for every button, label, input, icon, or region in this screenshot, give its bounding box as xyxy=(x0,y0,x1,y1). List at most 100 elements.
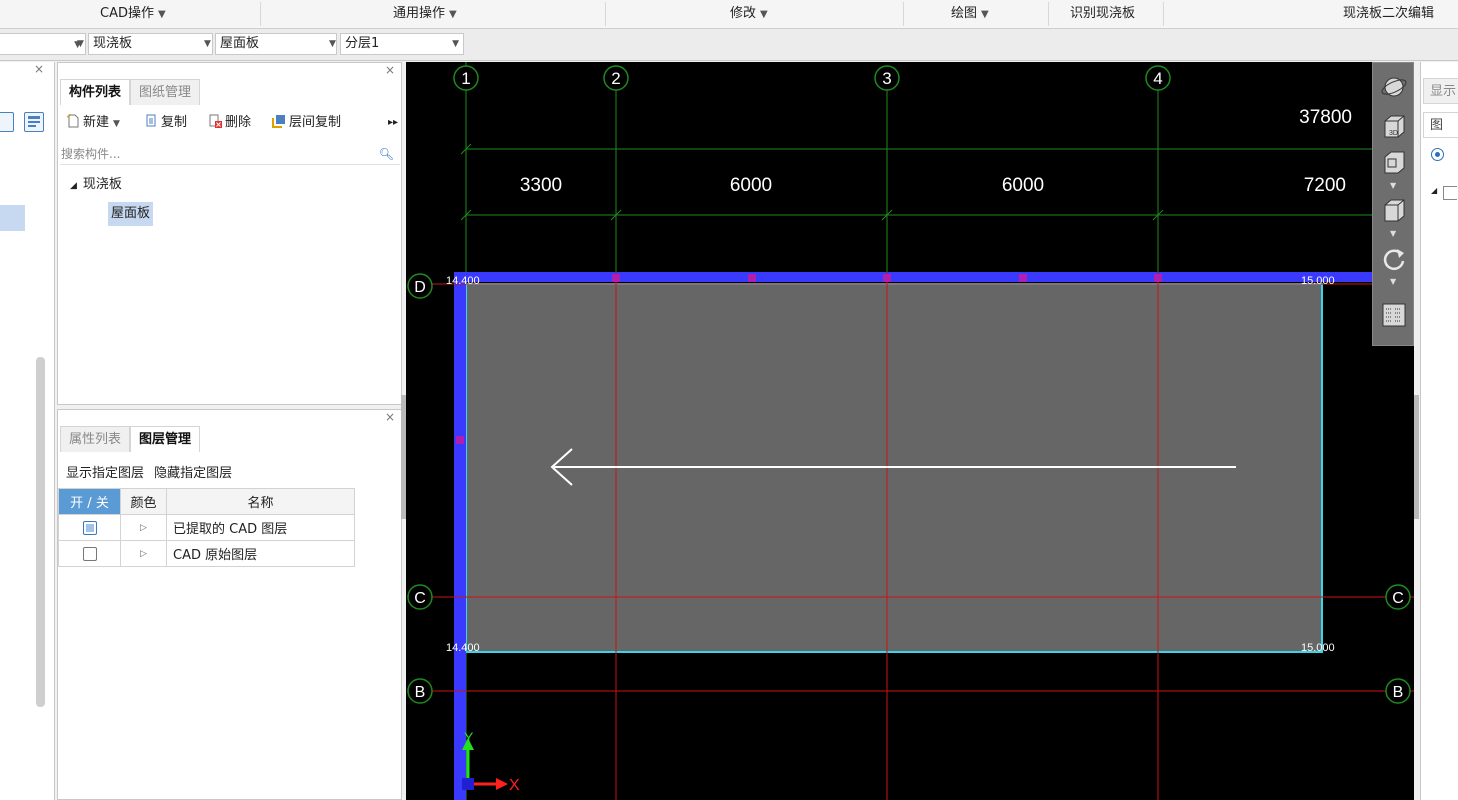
selected-nav-item[interactable] xyxy=(0,205,25,231)
close-icon[interactable]: × xyxy=(385,63,395,77)
axis-bubble-c-right[interactable]: C xyxy=(1385,584,1411,610)
ribbon-divider xyxy=(903,2,904,26)
table-row[interactable]: ▷ CAD 原始图层 xyxy=(58,540,355,567)
tab-drawing[interactable]: 图 xyxy=(1423,112,1458,138)
tab-property-list[interactable]: 属性列表 xyxy=(60,426,131,452)
elevation-top-right: 15.000 xyxy=(1301,275,1335,287)
axis-bubble-b-right[interactable]: B xyxy=(1385,678,1411,704)
axis-bubble-b[interactable]: B xyxy=(407,678,433,704)
cube-view-icon[interactable] xyxy=(1380,197,1408,225)
menu-draw[interactable]: 绘图 ▼ xyxy=(951,0,989,29)
grip-point[interactable] xyxy=(748,274,756,282)
tab-layer-management[interactable]: 图层管理 xyxy=(130,426,201,452)
list-view-icon[interactable] xyxy=(0,112,14,132)
menu-slab-secondary-edit[interactable]: 现浇板二次编辑 xyxy=(1343,0,1434,29)
expand-arrow-icon[interactable]: ▷ xyxy=(120,540,167,567)
grip-point[interactable] xyxy=(1019,274,1027,282)
layer-name: CAD 原始图层 xyxy=(166,540,355,567)
axis-bubble-d[interactable]: D xyxy=(407,273,433,299)
grip-point[interactable] xyxy=(612,274,620,282)
hide-layer-link[interactable]: 隐藏指定图层 xyxy=(154,466,232,481)
layer-toggle-cell[interactable] xyxy=(58,540,121,567)
menu-cad-ops[interactable]: CAD操作 ▼ xyxy=(100,0,166,29)
close-icon[interactable]: × xyxy=(385,410,395,424)
cad-drawing[interactable]: 1 2 3 4 D C B C B 37800 3300 6000 6000 7… xyxy=(406,62,1414,800)
dimension-3-4: 6000 xyxy=(1002,175,1044,196)
dropdown-arrow-icon[interactable]: ▼ xyxy=(1390,277,1396,286)
navigation-panel: × xyxy=(0,62,55,800)
right-display-panel: 显示 图 ◢ xyxy=(1420,62,1458,800)
axis-bubble-1[interactable]: 1 xyxy=(453,65,479,91)
view-toolbar: 3D ▼ ▼ ▼ xyxy=(1372,62,1414,346)
axis-bubble-2[interactable]: 2 xyxy=(603,65,629,91)
checkbox[interactable] xyxy=(1443,186,1457,200)
expand-arrow-icon[interactable]: ▷ xyxy=(120,514,167,541)
table-row[interactable]: ▷ 已提取的 CAD 图层 xyxy=(58,514,355,541)
ribbon-menu: CAD操作 ▼ 通用操作 ▼ 修改 ▼ 绘图 ▼ 识别现浇板 现浇板二次编辑 xyxy=(0,0,1458,29)
floor-dropdown[interactable]: ▼ xyxy=(0,33,86,55)
drawing-canvas[interactable]: 1 2 3 4 D C B C B 37800 3300 6000 6000 7… xyxy=(406,62,1414,800)
tab-display[interactable]: 显示 xyxy=(1423,78,1458,104)
axis-label-4: 4 xyxy=(1153,69,1162,88)
axis-label-c: C xyxy=(414,590,426,607)
layer-name: 已提取的 CAD 图层 xyxy=(166,514,355,541)
panel-splitter-handle[interactable] xyxy=(1414,395,1419,519)
beam-left[interactable] xyxy=(454,272,466,800)
axis-bubble-4[interactable]: 4 xyxy=(1145,65,1171,91)
layer-checkbox-checked[interactable] xyxy=(82,520,97,535)
layer-checkbox[interactable] xyxy=(82,546,97,561)
tab-component-list[interactable]: 构件列表 xyxy=(60,79,131,105)
expand-triangle-icon[interactable]: ◢ xyxy=(1431,186,1437,195)
scrollbar[interactable] xyxy=(36,357,45,707)
detail-view-icon[interactable] xyxy=(24,112,44,132)
chevron-down-icon: ▼ xyxy=(113,119,120,129)
floor-copy-icon xyxy=(272,115,285,128)
top-view-icon[interactable] xyxy=(1380,149,1408,177)
tree-node-cast-slab[interactable]: ◢ 现浇板 xyxy=(70,173,122,192)
3d-view-icon[interactable]: 3D xyxy=(1380,113,1408,141)
tree-node-roof-slab[interactable]: 屋面板 xyxy=(108,202,154,226)
dropdown-arrow-icon[interactable]: ▼ xyxy=(1390,229,1396,238)
copy-button[interactable]: 复制 xyxy=(144,113,187,133)
grip-point[interactable] xyxy=(1154,274,1162,282)
layer-split-dropdown[interactable]: 分层1 ▼ ▼ xyxy=(329,33,464,55)
orbit-icon[interactable] xyxy=(1380,73,1408,101)
delete-button[interactable]: 删除 xyxy=(208,113,251,133)
layer-table-header: 开 / 关 颜色 名称 xyxy=(58,488,355,515)
new-button[interactable]: 新建 ▼ xyxy=(66,113,120,133)
category-dropdown[interactable]: 现浇板 ▼ xyxy=(77,33,213,55)
axis-bubble-c[interactable]: C xyxy=(407,584,433,610)
axis-label-d: D xyxy=(414,279,426,296)
layer-toggle-cell[interactable] xyxy=(58,514,121,541)
tab-drawing-management[interactable]: 图纸管理 xyxy=(130,79,201,105)
floor-copy-button[interactable]: 层间复制 xyxy=(272,113,341,133)
dropdown-arrow-icon: ▼ xyxy=(452,39,459,49)
component-dropdown[interactable]: 屋面板 ▼ xyxy=(204,33,337,55)
beam-top[interactable] xyxy=(454,272,1374,282)
elevation-bottom-right: 15.000 xyxy=(1301,642,1335,654)
menu-general-ops[interactable]: 通用操作 ▼ xyxy=(393,0,457,29)
axis-label-3: 3 xyxy=(882,69,891,88)
more-icon[interactable]: ▸▸ xyxy=(388,113,398,133)
search-input[interactable]: 搜索构件... 🔍︎ xyxy=(60,143,400,165)
expand-triangle-icon[interactable]: ◢ xyxy=(70,181,77,191)
column-on-off[interactable]: 开 / 关 xyxy=(58,488,121,515)
show-layer-link[interactable]: 显示指定图层 xyxy=(66,466,144,481)
new-file-icon xyxy=(66,114,79,128)
chevron-down-icon: ▼ xyxy=(981,9,989,20)
ucs-icon: Y X xyxy=(462,729,520,794)
menu-modify[interactable]: 修改 ▼ xyxy=(730,0,768,29)
grip-point[interactable] xyxy=(456,436,464,444)
radio-button-selected[interactable] xyxy=(1431,148,1444,161)
layer-panel-icon[interactable] xyxy=(1380,301,1408,329)
selector-toolbar: ▼ 现浇板 ▼ 屋面板 ▼ 分层1 ▼ ▼ xyxy=(0,29,1458,61)
rotate-icon[interactable] xyxy=(1380,245,1408,273)
dropdown-arrow-icon[interactable]: ▼ xyxy=(1390,181,1396,190)
axis-label-2: 2 xyxy=(611,69,620,88)
search-icon[interactable]: 🔍︎ xyxy=(379,143,394,165)
close-icon[interactable]: × xyxy=(34,62,44,76)
component-panel-tabs: 构件列表 图纸管理 xyxy=(60,79,201,105)
axis-bubble-3[interactable]: 3 xyxy=(874,65,900,91)
grip-point[interactable] xyxy=(883,274,891,282)
menu-identify-slab[interactable]: 识别现浇板 xyxy=(1070,0,1135,29)
